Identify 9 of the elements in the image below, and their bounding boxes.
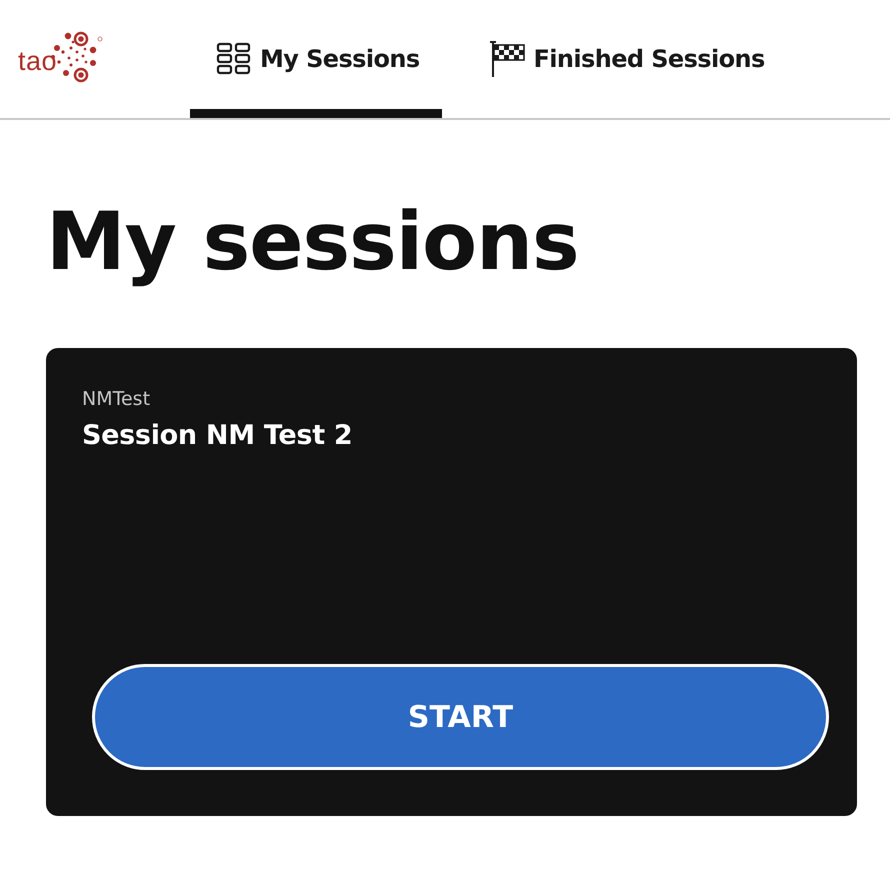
session-group: NMTest xyxy=(82,388,829,410)
grid-icon xyxy=(216,41,252,77)
page-title: My sessions xyxy=(46,198,580,286)
logo-text: tao xyxy=(18,46,58,76)
tab[interactable]: My Sessions xyxy=(190,0,442,118)
session-title: Session NM Test 2 xyxy=(82,420,354,451)
start-button[interactable]: START xyxy=(92,664,829,770)
tab[interactable]: Finished Sessions xyxy=(464,0,787,118)
checkered-flag-icon xyxy=(490,40,526,78)
